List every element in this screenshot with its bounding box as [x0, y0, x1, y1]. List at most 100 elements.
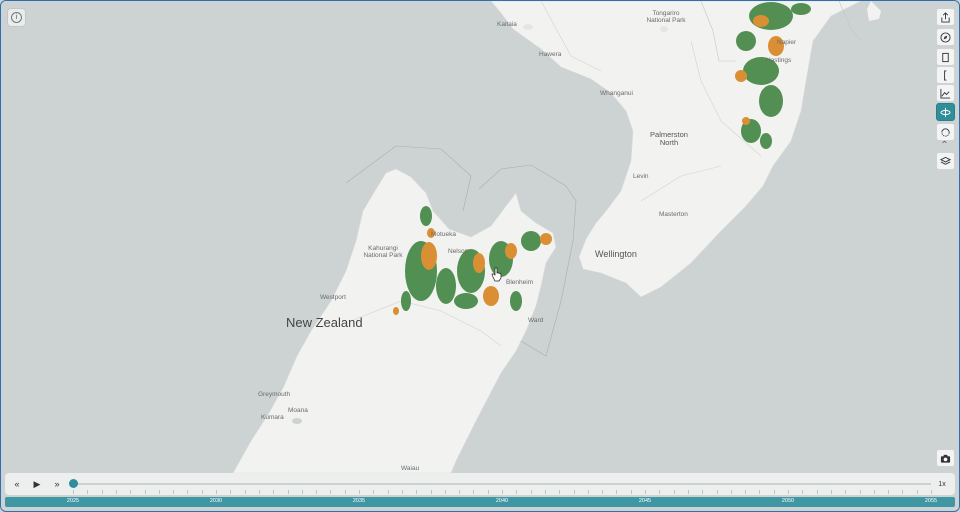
timeline-tick	[344, 490, 346, 494]
timeline-tick	[702, 490, 704, 494]
timeline-tick	[673, 490, 675, 494]
timeline-tick	[73, 490, 74, 494]
timeline-tick	[444, 490, 446, 494]
timeline-tick	[459, 490, 461, 494]
info-button[interactable]: i	[7, 8, 26, 27]
timeline-tick	[144, 490, 146, 494]
place-moana: Moana	[288, 407, 308, 414]
timeline-panel: « ▶ » 1x 2025 2030 2035 2040 2045 2050 2…	[5, 473, 955, 509]
rewind-button[interactable]: «	[9, 477, 25, 491]
timeline-tick	[888, 490, 890, 494]
screenshot-button[interactable]	[936, 449, 955, 467]
place-ward: Ward	[528, 317, 544, 324]
place-wellington: Wellington	[595, 249, 637, 259]
timeline-tick	[630, 490, 632, 494]
speed-control[interactable]: 1x	[933, 477, 951, 491]
timeline-tick	[301, 490, 303, 494]
rotate-icon	[941, 127, 950, 137]
place-new-zealand: New Zealand	[286, 315, 363, 330]
place-kumara: Kumara	[261, 414, 284, 421]
timeline-slider-handle[interactable]	[69, 479, 78, 488]
timeline-tick	[258, 490, 260, 494]
timeline-tick	[487, 490, 489, 494]
timeline-tick	[516, 490, 518, 494]
bookmark-button[interactable]	[936, 48, 955, 66]
year-label: 2050	[781, 498, 795, 504]
timeline-tick	[101, 490, 103, 494]
timeline-controls: « ▶ » 1x	[5, 473, 955, 495]
timeline-tick	[416, 490, 418, 494]
timeline-tick	[716, 490, 718, 494]
compass-icon	[940, 31, 951, 43]
timeline-tick	[544, 490, 546, 494]
timeline-tick	[745, 490, 747, 494]
timeline-tick	[659, 490, 661, 494]
layers-icon	[940, 156, 951, 165]
timeline-tick	[330, 490, 332, 494]
fast-forward-button[interactable]: »	[49, 477, 65, 491]
timeline-tick	[130, 490, 132, 494]
timeline-tick	[216, 490, 217, 494]
chart-button[interactable]	[936, 84, 955, 102]
timeline-tick	[187, 490, 189, 494]
place-waiau: Waiau	[401, 465, 420, 472]
timeline-tick	[473, 490, 475, 494]
place-kaitaia: Kaitaia	[497, 21, 517, 28]
timeline-tick	[273, 490, 275, 494]
year-label: 2025	[66, 498, 80, 504]
timeline-tick	[816, 490, 818, 494]
bookmark-icon	[942, 52, 949, 62]
view-3d-icon	[940, 107, 951, 117]
collapse-icon	[942, 140, 947, 144]
timeline-tick	[687, 490, 689, 494]
place-masterton: Masterton	[659, 211, 688, 218]
place-greymouth: Greymouth	[258, 391, 291, 398]
timeline-tick	[788, 490, 789, 494]
timeline-tick	[244, 490, 246, 494]
share-button[interactable]	[936, 8, 955, 26]
place-kahurangi: Kahurangi National Park	[363, 245, 403, 260]
map-basemap	[1, 1, 959, 474]
timeline-tick	[387, 490, 389, 494]
compass-button[interactable]	[936, 28, 955, 46]
timeline-tick	[916, 490, 918, 494]
timeline-tick	[158, 490, 160, 494]
place-tongariro: Tongariro National Park	[646, 10, 686, 25]
view-3d-button[interactable]	[936, 103, 955, 121]
play-button[interactable]: ▶	[29, 477, 45, 491]
timeline-tick	[173, 490, 175, 494]
timeline-tick	[859, 490, 861, 494]
timeline-tick	[802, 490, 804, 494]
place-nelson: Nelson	[448, 248, 469, 255]
bracket-button[interactable]	[936, 66, 955, 84]
timeline-tick	[645, 490, 646, 494]
map-canvas[interactable]: Kaitaia Tongariro National Park Hawera N…	[1, 1, 959, 474]
timeline-tick	[773, 490, 775, 494]
place-westport: Westport	[320, 294, 346, 301]
timeline-tick	[530, 490, 532, 494]
place-motueka: Motueka	[431, 231, 456, 238]
timeline-track[interactable]	[71, 483, 931, 485]
place-hawera: Hawera	[539, 51, 562, 58]
timeline-tick	[115, 490, 117, 494]
collapse-button[interactable]	[936, 139, 953, 145]
share-icon	[941, 11, 950, 23]
timeline-tick	[587, 490, 589, 494]
place-levin: Levin	[633, 173, 649, 180]
timeline-tick	[502, 490, 503, 494]
place-napier: Napier	[777, 39, 797, 46]
timeline-tick	[430, 490, 432, 494]
timeline-tick	[602, 490, 604, 494]
timeline-tick	[845, 490, 847, 494]
timeline-tick	[401, 490, 403, 494]
timeline-tick	[87, 490, 89, 494]
timeline-tick	[201, 490, 203, 494]
place-whanganui: Whanganui	[600, 90, 633, 97]
timeline-tick	[873, 490, 875, 494]
timeline-tick	[730, 490, 732, 494]
map-app: Kaitaia Tongariro National Park Hawera N…	[0, 0, 960, 512]
timeline-tick	[559, 490, 561, 494]
place-blenheim: Blenheim	[506, 279, 534, 286]
layers-button[interactable]	[936, 152, 955, 170]
year-label: 2055	[924, 498, 938, 504]
